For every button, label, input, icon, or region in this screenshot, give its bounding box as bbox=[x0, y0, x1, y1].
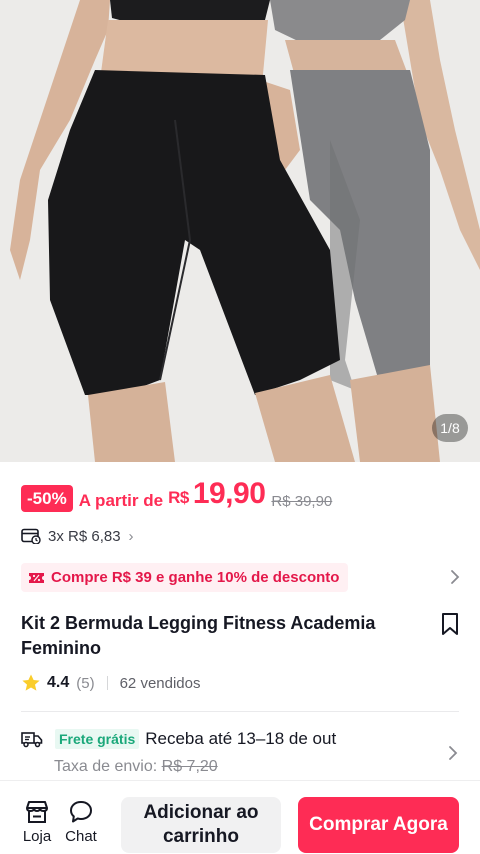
shipping-fee-old: R$ 7,20 bbox=[161, 758, 218, 775]
bottom-action-bar: Loja Chat Adicionar ao carrinho Comprar … bbox=[0, 780, 480, 854]
price-row: -50% A partir de R$ 19,90 R$ 39,90 bbox=[21, 478, 333, 514]
bookmark-icon[interactable] bbox=[439, 612, 461, 636]
current-price: R$ 19,90 bbox=[168, 477, 266, 514]
rating-row[interactable]: 4.4 (5) 62 vendidos bbox=[21, 672, 201, 694]
chevron-right-icon[interactable] bbox=[448, 744, 458, 762]
promo-text: Compre R$ 39 e ganhe 10% de desconto bbox=[51, 569, 340, 586]
shipping-fee: Taxa de envio: R$ 7,20 bbox=[54, 758, 218, 776]
free-shipping-badge: Frete grátis bbox=[55, 729, 140, 749]
installments-text: 3x R$ 6,83 bbox=[48, 527, 121, 545]
promo-banner[interactable]: Compre R$ 39 e ganhe 10% de desconto bbox=[21, 563, 349, 592]
chat-label: Chat bbox=[65, 828, 97, 845]
price-from-label: A partir de bbox=[78, 491, 164, 510]
shipping-fee-label: Taxa de envio: bbox=[54, 758, 158, 775]
rating-value: 4.4 bbox=[47, 674, 70, 691]
chevron-right-icon[interactable] bbox=[450, 568, 460, 586]
discount-badge: -50% bbox=[21, 484, 73, 512]
store-icon bbox=[26, 801, 48, 823]
review-count: (5) bbox=[76, 674, 95, 692]
divider bbox=[106, 676, 108, 690]
card-installment-icon bbox=[21, 528, 41, 544]
chat-icon bbox=[70, 801, 92, 823]
installments-row[interactable]: 3x R$ 6,83 › bbox=[21, 525, 134, 547]
buy-now-button[interactable]: Comprar Agora bbox=[298, 797, 459, 853]
shipping-row[interactable]: Frete grátis Receba até 13–18 de out bbox=[21, 727, 336, 751]
star-icon bbox=[22, 674, 40, 691]
store-button[interactable]: Loja bbox=[15, 799, 59, 845]
store-label: Loja bbox=[22, 828, 52, 845]
product-image-gallery[interactable]: 1/8 bbox=[0, 0, 480, 462]
coupon-icon bbox=[29, 572, 44, 583]
chat-button[interactable]: Chat bbox=[59, 799, 103, 845]
currency-symbol: R$ bbox=[168, 488, 189, 507]
add-to-cart-button[interactable]: Adicionar ao carrinho bbox=[121, 797, 281, 853]
chevron-right-icon: › bbox=[128, 527, 134, 545]
truck-icon bbox=[21, 732, 43, 748]
product-title: Kit 2 Bermuda Legging Fitness Academia F… bbox=[21, 613, 376, 658]
current-price-value: 19,90 bbox=[192, 477, 266, 510]
delivery-estimate: Receba até 13–18 de out bbox=[145, 729, 337, 748]
product-image bbox=[0, 0, 480, 462]
image-counter: 1/8 bbox=[432, 414, 468, 442]
sold-count: 62 vendidos bbox=[119, 674, 201, 692]
original-price: R$ 39,90 bbox=[271, 493, 333, 510]
section-divider bbox=[21, 711, 459, 712]
